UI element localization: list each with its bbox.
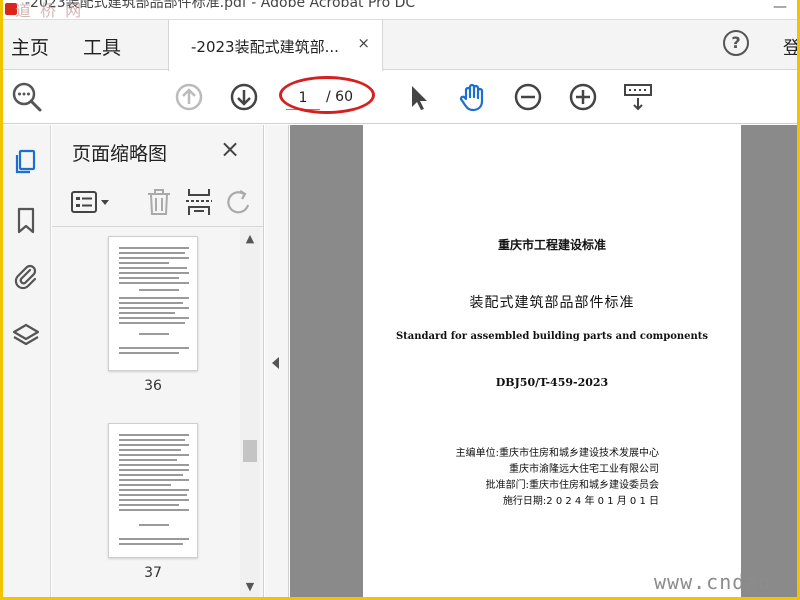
hand-icon: [459, 83, 484, 112]
page-org-heading: 重庆市工程建设标准: [497, 238, 606, 252]
editor-line-2: 重庆市渝隆远大住宅工业有限公司: [509, 464, 659, 475]
pages-icon: [15, 149, 36, 174]
window-title: -2023装配式建筑部品部件标准.pdf - Adobe Acrobat Pro…: [25, 0, 416, 11]
layers-icon: [12, 323, 40, 346]
page-title-english: Standard for assembled building parts an…: [395, 331, 709, 342]
zoom-out-button[interactable]: [510, 79, 546, 115]
close-panel-button[interactable]: ×: [220, 135, 240, 163]
rotate-icon: [227, 190, 250, 214]
collapse-left-icon[interactable]: [272, 357, 279, 369]
tab-document[interactable]: -2023装配式建筑部... ×: [168, 20, 383, 71]
search-more-icon: [12, 82, 42, 112]
next-page-button[interactable]: [226, 79, 262, 115]
main-toolbar: / 60: [3, 71, 797, 124]
page-thumbnails-button[interactable]: [11, 145, 41, 175]
tab-home[interactable]: 主页: [11, 33, 49, 60]
close-tab-button[interactable]: ×: [357, 34, 370, 52]
rotate-page-button[interactable]: [222, 185, 252, 219]
navigation-rail: [3, 125, 51, 597]
tab-bar: 主页 工具 -2023装配式建筑部... × ? 登: [3, 20, 797, 71]
arrow-down-circle-icon: [230, 83, 258, 111]
scroll-up-arrow-icon[interactable]: ▲: [243, 232, 257, 246]
arrow-up-circle-icon: [175, 83, 203, 111]
approval-line: 批准部门:重庆市住房和城乡建设委员会: [485, 480, 659, 491]
pdf-page: 重庆市工程建设标准 装配式建筑部品部件标准 Standard for assem…: [363, 125, 741, 597]
plus-circle-icon: [569, 83, 597, 111]
scrollbar-thumb[interactable]: [243, 440, 257, 462]
thumbnails-panel: 页面缩略图 × 36 37 ▲ ▼: [52, 125, 264, 597]
delete-page-button[interactable]: [142, 185, 176, 219]
trash-icon: [148, 189, 170, 215]
help-icon[interactable]: ?: [723, 30, 749, 56]
panel-toolbar: [52, 177, 263, 227]
document-viewport[interactable]: 重庆市工程建设标准 装配式建筑部品部件标准 Standard for assem…: [290, 125, 797, 597]
panel-title: 页面缩略图: [72, 143, 168, 165]
standard-code: DBJ50/T-459-2023: [495, 376, 609, 389]
sign-in-button[interactable]: 登: [783, 34, 797, 60]
attachments-button[interactable]: [11, 261, 41, 291]
thumbnail-page-number: 36: [144, 378, 162, 394]
image-watermark: 道 桥 网: [15, 1, 84, 20]
previous-page-button[interactable]: [171, 79, 207, 115]
insert-pages-icon: [186, 189, 212, 215]
hand-tool-button[interactable]: [455, 79, 491, 115]
bookmark-icon: [17, 207, 35, 234]
zoom-in-button[interactable]: [565, 79, 601, 115]
bookmarks-button[interactable]: [11, 205, 41, 235]
site-watermark: www.cndao: [654, 570, 772, 594]
thumbnail-scrollbar[interactable]: ▲ ▼: [240, 228, 260, 597]
document-tab-label: -2023装配式建筑部...: [191, 38, 339, 56]
effective-date-line: 施行日期:2 0 2 4 年 0 1 月 0 1 日: [502, 496, 659, 507]
minus-circle-icon: [514, 83, 542, 111]
insert-page-button[interactable]: [182, 185, 216, 219]
scroll-keyboard-icon: [624, 84, 652, 111]
page-count: / 60: [326, 89, 353, 105]
panel-collapse-strip[interactable]: [265, 125, 289, 597]
thumbnail-page-number: 37: [144, 565, 162, 581]
paperclip-icon: [14, 264, 37, 290]
page-number-input[interactable]: [286, 86, 320, 110]
page-navigator: / 60: [286, 86, 374, 110]
scroll-down-arrow-icon[interactable]: ▼: [243, 580, 257, 594]
tab-tools[interactable]: 工具: [83, 33, 121, 60]
minimize-button[interactable]: —: [763, 0, 797, 18]
select-tool-button[interactable]: [401, 79, 437, 115]
page-thumbnail-37[interactable]: [108, 423, 198, 558]
thumbnail-list: 36 37: [52, 228, 242, 597]
page-title: 装配式建筑部品部件标准: [469, 295, 635, 311]
acrobat-window: -2023装配式建筑部品部件标准.pdf - Adobe Acrobat Pro…: [3, 0, 797, 597]
cursor-arrow-icon: [412, 86, 427, 110]
editor-line-1: 主编单位:重庆市住房和城乡建设技术发展中心: [455, 448, 659, 459]
title-bar: -2023装配式建筑部品部件标准.pdf - Adobe Acrobat Pro…: [3, 0, 797, 20]
scroll-mode-button[interactable]: [620, 79, 656, 115]
find-text-button[interactable]: [9, 79, 45, 115]
layers-button[interactable]: [11, 321, 41, 351]
options-menu-button[interactable]: [70, 185, 116, 219]
options-list-icon: [71, 191, 109, 213]
page-thumbnail-36[interactable]: [108, 236, 198, 371]
